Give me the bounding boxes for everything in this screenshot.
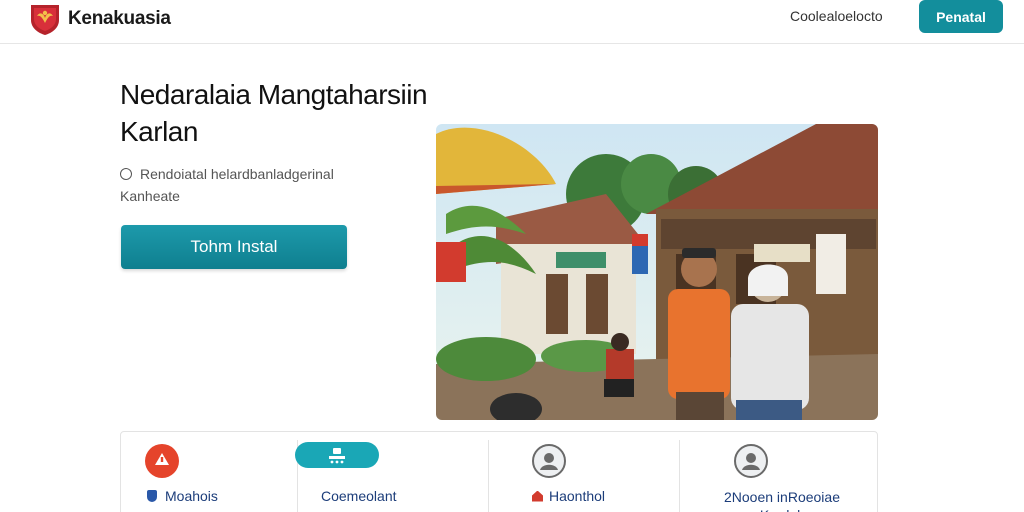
card-item[interactable]: Haonthol xyxy=(488,432,679,512)
brand-logo-icon[interactable] xyxy=(28,2,62,36)
header-link[interactable]: Coolealoelocto xyxy=(790,8,883,24)
feature-cards: Moahois Coemeolant Haonthol 2Nooen inRoe… xyxy=(120,431,878,512)
alert-icon xyxy=(145,444,179,478)
info-icon xyxy=(120,168,132,180)
hero-subtitle-text: Rendoiatal helardbanladgerinal Kanheate xyxy=(120,166,334,204)
user-icon xyxy=(734,444,768,478)
tools-icon[interactable] xyxy=(295,442,379,468)
card-label: Moahois xyxy=(165,488,218,504)
hero-title: Nedaralaia Mangtaharsiin Karlan xyxy=(120,79,428,147)
header-cta-button[interactable]: Penatal xyxy=(919,0,1003,33)
brand-name[interactable]: Kenakuasia xyxy=(68,8,171,30)
user-icon xyxy=(532,444,566,478)
card-item[interactable]: Moahois xyxy=(121,432,297,512)
card-label: Haonthol xyxy=(549,488,606,504)
home-icon xyxy=(532,490,543,502)
shield-icon xyxy=(147,490,157,502)
card-label: 2Nooen inRoeoiae Kardalı xyxy=(724,489,840,512)
card-label: Coemeolant xyxy=(321,488,397,504)
card-item[interactable]: 2Nooen inRoeoiae Kardalı xyxy=(679,432,879,512)
hero-photo xyxy=(436,124,878,420)
top-nav: Kenakuasia Coolealoelocto Penatal xyxy=(0,0,1024,44)
install-button[interactable]: Tohm Instal xyxy=(121,225,347,269)
hero-subtitle: Rendoiatal helardbanladgerinal Kanheate xyxy=(120,163,380,207)
